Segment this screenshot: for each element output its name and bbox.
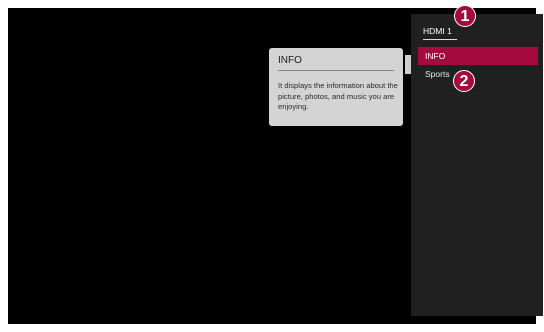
callout-badge-1: 1 bbox=[454, 5, 476, 27]
input-source-title: HDMI 1 bbox=[423, 26, 457, 40]
tooltip-pointer bbox=[405, 55, 411, 74]
menu-item-sports[interactable]: Sports bbox=[425, 68, 450, 80]
callout-badge-2: 2 bbox=[453, 70, 475, 92]
menu-item-info[interactable]: INFO bbox=[418, 47, 538, 65]
tooltip-title: INFO bbox=[278, 54, 394, 71]
info-tooltip: INFO It displays the information about t… bbox=[269, 48, 403, 126]
input-menu-panel: HDMI 1 INFO Sports bbox=[411, 14, 543, 316]
tooltip-description: It displays the information about the pi… bbox=[278, 81, 398, 111]
